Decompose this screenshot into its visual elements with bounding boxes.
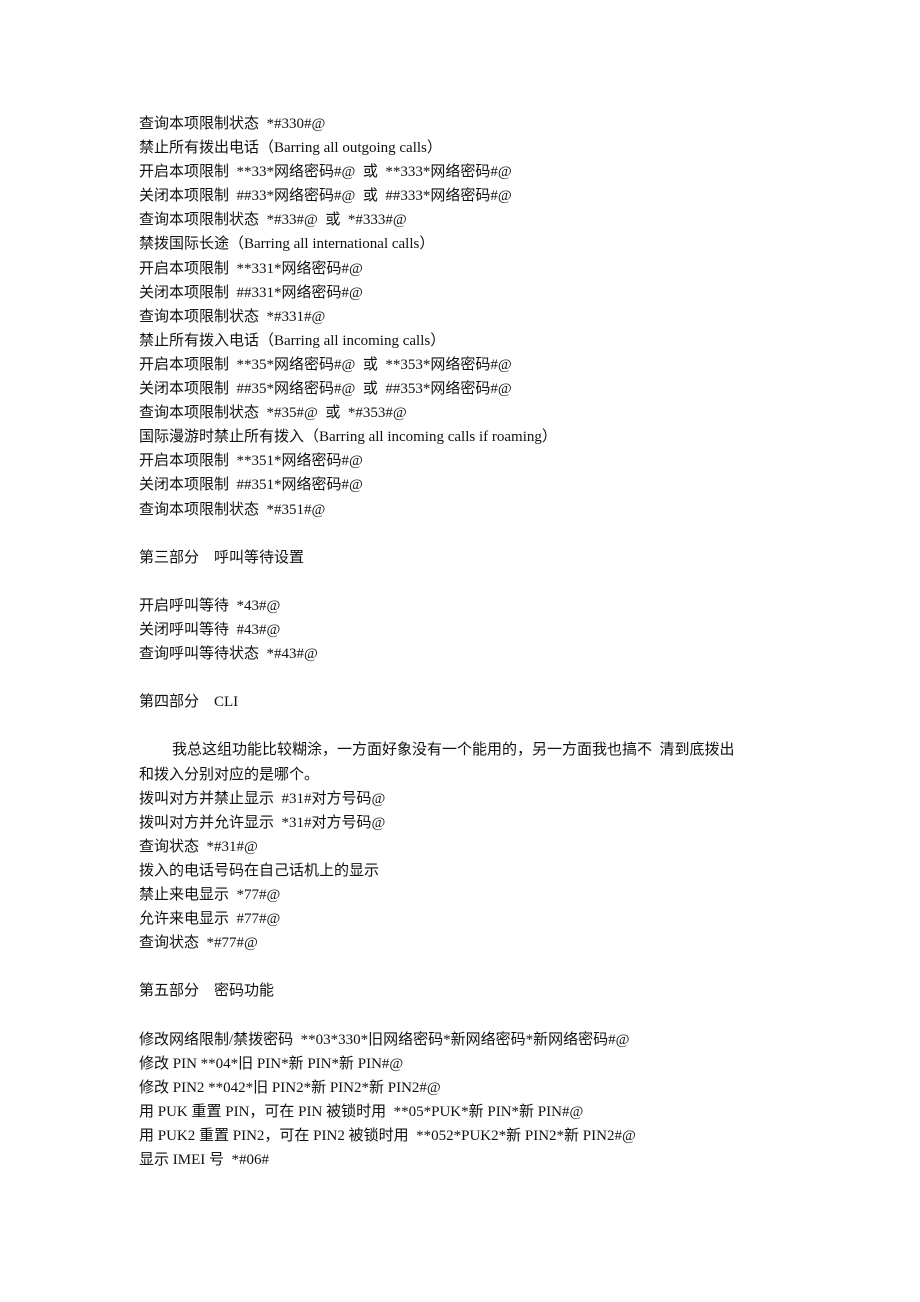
text-line: 开启本项限制 **33*网络密码#@ 或 **333*网络密码#@ [139,164,512,181]
text-line: 查询呼叫等待状态 *#43#@ [139,646,318,663]
text-line: 拨叫对方并禁止显示 #31#对方号码@ [139,790,386,807]
text-line: 我总这组功能比较糊涂，一方面好象没有一个能用的，另一方面我也搞不 清到底拨出 [172,742,735,759]
text-line: 查询状态 *#77#@ [139,935,258,952]
text-line: 关闭本项限制 ##33*网络密码#@ 或 ##333*网络密码#@ [139,188,512,205]
text-line: 拨叫对方并允许显示 *31#对方号码@ [139,814,386,831]
text-line: 查询状态 *#31#@ [139,838,258,855]
text-line: 开启本项限制 **331*网络密码#@ [139,260,363,277]
section-heading: 第四部分 CLI [139,694,239,711]
text-line: 查询本项限制状态 *#330#@ [139,116,326,132]
text-line: 允许来电显示 #77#@ [139,911,281,928]
text-line: 修改 PIN **04*旧 PIN*新 PIN*新 PIN#@ [139,1055,404,1072]
text-line: 禁止来电显示 *77#@ [139,887,281,903]
text-line: 禁止所有拨出电话（Barring all outgoing calls） [139,140,442,157]
text-line: 查询本项限制状态 *#35#@ 或 *#353#@ [139,405,407,422]
text-line: 和拨入分别对应的是哪个。 [139,766,320,783]
text-line: 修改 PIN2 **042*旧 PIN2*新 PIN2*新 PIN2#@ [139,1079,441,1096]
text-line: 开启本项限制 **35*网络密码#@ 或 **353*网络密码#@ [139,356,512,373]
text-line: 禁拨国际长途（Barring all international calls） [139,236,435,253]
document-page: 查询本项限制状态 *#330#@ 禁止所有拨出电话（Barring all out… [139,112,735,1172]
text-line: 查询本项限制状态 *#351#@ [139,501,326,518]
text-line: 关闭本项限制 ##35*网络密码#@ 或 ##353*网络密码#@ [139,381,512,398]
text-line: 查询本项限制状态 *#33#@ 或 *#333#@ [139,212,407,229]
text-line: 关闭呼叫等待 #43#@ [139,621,281,638]
text-line: 用 PUK2 重置 PIN2，可在 PIN2 被锁时用 **052*PUK2*新… [139,1127,636,1144]
text-line: 开启呼叫等待 *43#@ [139,597,281,614]
section-heading: 第三部分 呼叫等待设置 [139,549,305,566]
text-line: 开启本项限制 **351*网络密码#@ [139,453,363,470]
text-line: 关闭本项限制 ##331*网络密码#@ [139,284,363,301]
text-line: 国际漫游时禁止所有拨入（Barring all incoming calls i… [139,429,557,446]
text-line: 修改网络限制/禁拨密码 **03*330*旧网络密码*新网络密码*新网络密码#@ [139,1031,630,1048]
section-heading: 第五部分 密码功能 [139,983,275,1000]
text-line: 拨入的电话号码在自己话机上的显示 [139,862,380,879]
text-line: 关闭本项限制 ##351*网络密码#@ [139,477,363,494]
text-line: 显示 IMEI 号 *#06# [139,1152,269,1169]
text-line: 查询本项限制状态 *#331#@ [139,308,326,325]
text-line: 禁止所有拨入电话（Barring all incoming calls） [139,332,446,349]
text-line: 用 PUK 重置 PIN，可在 PIN 被锁时用 **05*PUK*新 PIN*… [139,1103,584,1120]
